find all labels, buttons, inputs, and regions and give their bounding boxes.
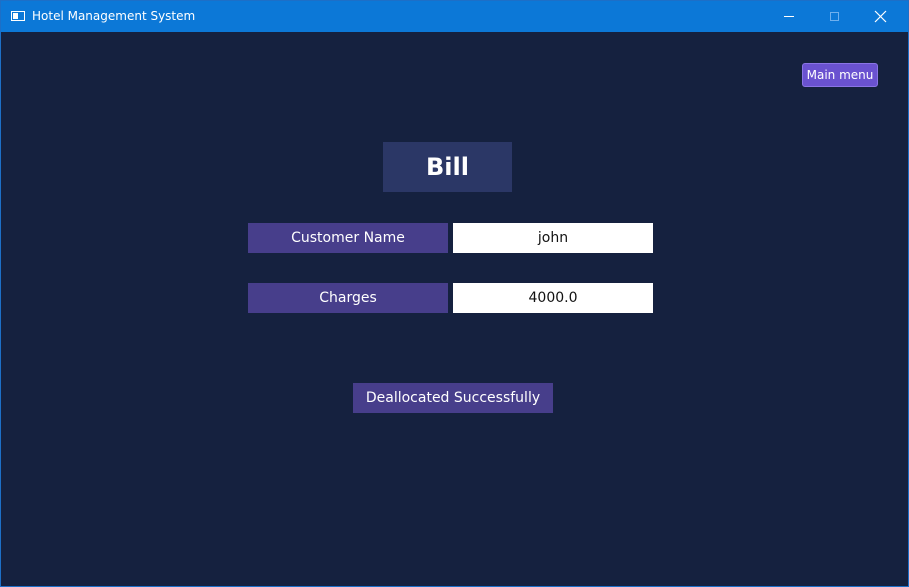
- app-window-icon: [11, 11, 25, 21]
- maximize-icon: [830, 12, 839, 21]
- customer-name-field[interactable]: [453, 223, 653, 253]
- close-icon: [874, 10, 887, 23]
- title-bar[interactable]: Hotel Management System: [1, 1, 908, 32]
- minimize-icon: [784, 16, 794, 17]
- bill-panel: Main menu Bill Customer Name Charges Dea…: [1, 32, 908, 586]
- customer-name-label: Customer Name: [248, 223, 448, 253]
- close-button[interactable]: [858, 1, 904, 32]
- page-title: Bill: [383, 142, 512, 192]
- status-message: Deallocated Successfully: [353, 383, 553, 413]
- minimize-button[interactable]: [766, 1, 812, 32]
- app-window: Hotel Management System Main menu Bill C…: [0, 0, 909, 587]
- main-menu-button[interactable]: Main menu: [802, 63, 878, 87]
- maximize-button[interactable]: [812, 1, 858, 32]
- charges-label: Charges: [248, 283, 448, 313]
- charges-field[interactable]: [453, 283, 653, 313]
- window-title: Hotel Management System: [32, 9, 196, 23]
